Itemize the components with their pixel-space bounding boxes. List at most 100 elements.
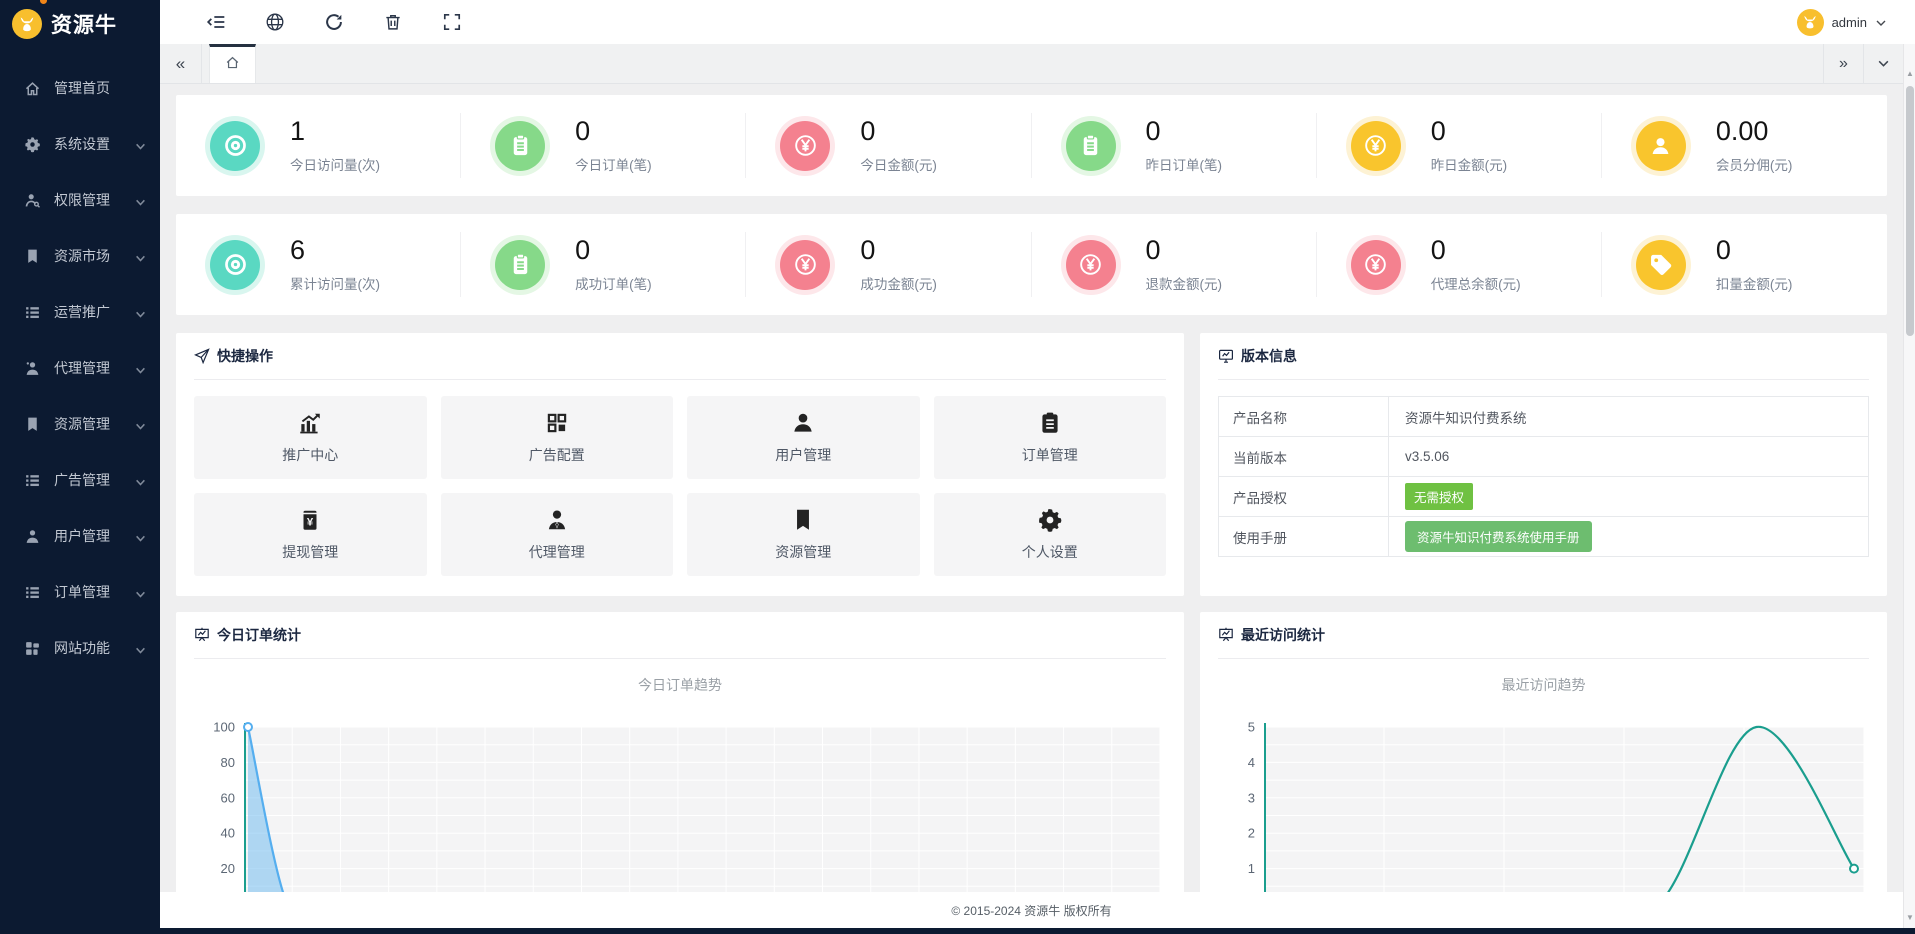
chevron-down-icon	[1875, 16, 1887, 28]
sidebar-item-resource-management[interactable]: 资源管理	[0, 396, 160, 452]
admin-menu[interactable]: admin	[1797, 0, 1887, 44]
list-icon	[24, 584, 41, 601]
today-orders-chart: 20406080100	[194, 719, 1166, 899]
svg-text:20: 20	[221, 861, 235, 876]
quick-action-ad-config[interactable]: 广告配置	[441, 396, 674, 479]
tab-home[interactable]	[209, 44, 256, 83]
license-badge: 无需授权	[1405, 483, 1473, 510]
quick-action-agent-management[interactable]: 代理管理	[441, 493, 674, 576]
tabs-scroll-right-button[interactable]: »	[1823, 44, 1863, 83]
quick-action-order-management[interactable]: 订单管理	[934, 396, 1167, 479]
product-name: 资源牛知识付费系统	[1389, 397, 1869, 437]
svg-text:5: 5	[1248, 720, 1255, 735]
sidebar: 资源牛 管理首页 系统设置 权限管理 资源市场 运营推广	[0, 0, 160, 934]
permission-icon	[24, 192, 41, 209]
sidebar-item-order-management[interactable]: 订单管理	[0, 564, 160, 620]
home-tab-icon	[225, 55, 240, 75]
home-icon	[24, 80, 41, 97]
collapse-sidebar-icon[interactable]	[206, 12, 226, 32]
quick-action-personal-settings[interactable]: 个人设置	[934, 493, 1167, 576]
svg-text:1: 1	[1248, 861, 1255, 876]
stat-agent-balance: 0代理总余额(元)	[1317, 214, 1602, 315]
sidebar-item-operation-promo[interactable]: 运营推广	[0, 284, 160, 340]
chart-title: 今日订单趋势	[194, 675, 1166, 695]
chevron-down-icon	[135, 419, 146, 430]
trash-icon[interactable]	[383, 12, 403, 32]
yen-icon	[780, 240, 830, 290]
stats-row-today: 1今日访问量(次) 0今日订单(笔) 0今日金额(元) 0昨日订单(笔) 0昨日…	[176, 95, 1887, 196]
chevron-down-icon	[135, 251, 146, 262]
logo-accent-dot	[40, 0, 47, 4]
quick-action-withdraw-management[interactable]: ¥ 提现管理	[194, 493, 427, 576]
avatar	[1797, 9, 1824, 36]
ad-grid-icon	[544, 410, 570, 436]
agent-icon	[544, 507, 570, 533]
yen-icon	[1351, 240, 1401, 290]
fullscreen-icon[interactable]	[442, 12, 462, 32]
scroll-down-arrow-icon[interactable]: ▼	[1904, 910, 1915, 924]
copyright-footer: © 2015-2024 资源牛 版权所有	[160, 892, 1903, 928]
quick-action-resource-management[interactable]: 资源管理	[687, 493, 920, 576]
table-row: 产品授权 无需授权	[1219, 477, 1869, 517]
stat-deduction-amount: 0扣量金额(元)	[1602, 214, 1887, 315]
grid-icon	[24, 640, 41, 657]
quick-action-promo-center[interactable]: 推广中心	[194, 396, 427, 479]
list-icon	[24, 304, 41, 321]
svg-text:100: 100	[213, 720, 235, 735]
quick-action-user-management[interactable]: 用户管理	[687, 396, 920, 479]
refresh-icon[interactable]	[324, 12, 344, 32]
stat-yesterday-orders: 0昨日订单(笔)	[1032, 95, 1317, 196]
panel-title: 版本信息	[1241, 346, 1297, 366]
agent-icon	[24, 360, 41, 377]
order-icon	[1066, 121, 1116, 171]
tabs-dropdown-button[interactable]	[1863, 44, 1903, 83]
main-content: 1今日访问量(次) 0今日订单(笔) 0今日金额(元) 0昨日订单(笔) 0昨日…	[160, 85, 1903, 928]
app-logo[interactable]: 资源牛	[0, 0, 160, 48]
stat-label: 今日访问量(次)	[290, 154, 380, 174]
yen-icon	[1351, 121, 1401, 171]
bookmark-icon	[24, 248, 41, 265]
scrollbar-thumb[interactable]	[1906, 86, 1914, 336]
chevron-down-icon	[135, 531, 146, 542]
today-orders-panel: 今日订单统计 今日订单趋势 20406080100	[176, 612, 1184, 928]
chevron-down-icon	[135, 363, 146, 374]
scroll-up-arrow-icon[interactable]: ▲	[1904, 66, 1915, 80]
sidebar-item-dashboard[interactable]: 管理首页	[0, 60, 160, 116]
tag-icon	[1636, 240, 1686, 290]
sidebar-item-permissions[interactable]: 权限管理	[0, 172, 160, 228]
list-icon	[24, 472, 41, 489]
stat-member-commission: 0.00会员分佣(元)	[1602, 95, 1887, 196]
stats-row-total: 6累计访问量(次) 0成功订单(笔) 0成功金额(元) 0退款金额(元) 0代理…	[176, 214, 1887, 315]
stat-value: 1	[290, 117, 380, 145]
chevron-down-icon	[135, 475, 146, 486]
promo-chart-icon	[297, 410, 323, 436]
vertical-scrollbar[interactable]: ▲ ▼	[1903, 44, 1915, 928]
order-list-icon	[1037, 410, 1063, 436]
svg-text:¥: ¥	[307, 516, 314, 528]
sidebar-item-ad-management[interactable]: 广告管理	[0, 452, 160, 508]
manual-link-button[interactable]: 资源牛知识付费系统使用手册	[1405, 521, 1592, 552]
chevron-down-icon	[135, 307, 146, 318]
svg-text:40: 40	[221, 826, 235, 841]
panel-title: 快捷操作	[217, 346, 273, 366]
panel-title: 最近访问统计	[1241, 625, 1325, 645]
sidebar-item-agent-management[interactable]: 代理管理	[0, 340, 160, 396]
recent-visits-chart: 12345	[1218, 719, 1869, 899]
row-label: 当前版本	[1219, 437, 1389, 477]
row-label: 产品授权	[1219, 477, 1389, 517]
withdraw-icon: ¥	[297, 507, 323, 533]
sidebar-item-system-settings[interactable]: 系统设置	[0, 116, 160, 172]
svg-text:60: 60	[221, 790, 235, 805]
yen-icon	[1066, 240, 1116, 290]
tabs-scroll-left-button[interactable]: «	[160, 44, 202, 83]
sidebar-item-resource-market[interactable]: 资源市场	[0, 228, 160, 284]
sidebar-item-site-features[interactable]: 网站功能	[0, 620, 160, 676]
globe-icon[interactable]	[265, 12, 285, 32]
gear-icon	[1037, 507, 1063, 533]
panel-title: 今日订单统计	[217, 625, 301, 645]
monitor-icon	[1218, 348, 1234, 364]
sidebar-item-user-management[interactable]: 用户管理	[0, 508, 160, 564]
chevron-down-icon	[135, 587, 146, 598]
table-row: 产品名称 资源牛知识付费系统	[1219, 397, 1869, 437]
svg-text:4: 4	[1248, 755, 1255, 770]
